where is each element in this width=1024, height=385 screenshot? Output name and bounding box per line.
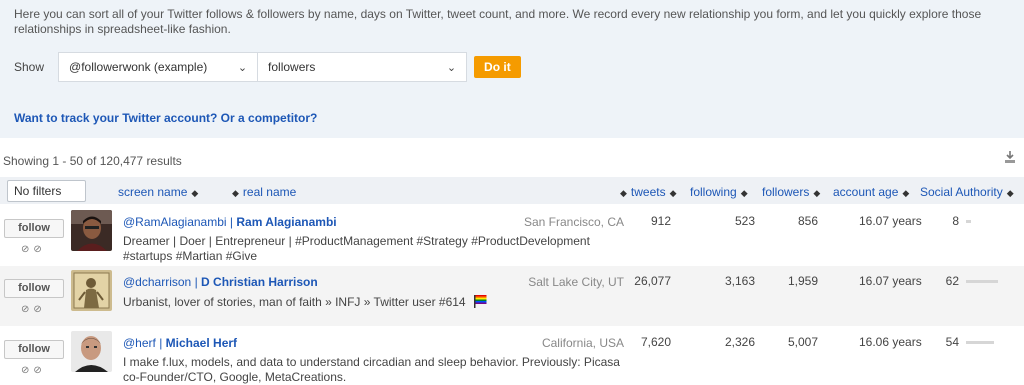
tweets-count: 7,620 <box>640 335 671 349</box>
bio-container: Urbanist, lover of stories, man of faith… <box>123 294 628 312</box>
table-row: follow ⊘⊘ @herf | Michael Herf Californi… <box>0 327 1024 385</box>
block-mute-icons[interactable]: ⊘⊘ <box>21 304 46 315</box>
separator: | <box>194 275 198 289</box>
social-authority-bar <box>966 280 998 283</box>
chevron-down-icon: ⌄ <box>237 61 248 74</box>
type-select-value: followers <box>268 60 316 74</box>
social-authority-bar <box>966 220 971 223</box>
bio: I make f.lux, models, and data to unders… <box>123 355 620 384</box>
user-identity: @RamAlagianambi | Ram Alagianambi <box>123 215 337 229</box>
social-authority-bar <box>966 341 994 344</box>
rainbow-flag-icon <box>473 294 487 312</box>
screen-name-link[interactable]: @dcharrison <box>123 275 191 289</box>
relationship-type-select[interactable]: followers ⌄ <box>257 52 468 82</box>
do-it-button[interactable]: Do it <box>474 56 521 78</box>
sort-icon: ◆ <box>620 188 627 198</box>
account-age: 16.07 years <box>859 274 922 288</box>
table-row: follow ⊘⊘ @dcharrison | D Christian Harr… <box>0 266 1024 326</box>
avatar[interactable] <box>71 210 112 251</box>
screen-name-link[interactable]: @RamAlagianambi <box>123 215 227 229</box>
sort-icon: ◆ <box>813 188 821 198</box>
column-followers[interactable]: followers ◆ <box>762 185 820 199</box>
followers-count: 1,959 <box>787 274 818 288</box>
account-age: 16.06 years <box>859 335 922 349</box>
sort-icon: ◆ <box>740 188 748 198</box>
intro-text: Here you can sort all of your Twitter fo… <box>14 7 982 36</box>
account-select[interactable]: @followerwonk (example) ⌄ <box>58 52 259 82</box>
social-authority-score: 8 <box>952 214 959 228</box>
following-count: 3,163 <box>724 274 755 288</box>
sort-icon: ◆ <box>902 188 910 198</box>
account-age: 16.07 years <box>859 214 922 228</box>
separator: | <box>159 336 163 350</box>
download-icon[interactable] <box>1004 150 1016 164</box>
follow-button[interactable]: follow <box>4 279 64 298</box>
column-real-name[interactable]: ◆ real name <box>232 185 296 199</box>
column-tweets[interactable]: ◆ tweets ◆ <box>620 185 677 199</box>
following-count: 523 <box>734 214 755 228</box>
show-label: Show <box>14 60 45 74</box>
user-identity: @herf | Michael Herf <box>123 336 237 350</box>
table-row: follow ⊘⊘ @RamAlagianambi | Ram Alagiana… <box>0 206 1024 266</box>
bio: Urbanist, lover of stories, man of faith… <box>123 295 466 310</box>
block-mute-icons[interactable]: ⊘⊘ <box>21 365 46 376</box>
screen-name-link[interactable]: @herf <box>123 336 156 350</box>
bio: Dreamer | Doer | Entrepreneur | #Product… <box>123 234 590 263</box>
followers-count: 856 <box>797 214 818 228</box>
block-mute-icons[interactable]: ⊘⊘ <box>21 244 46 255</box>
location: San Francisco, CA <box>523 215 624 229</box>
column-following[interactable]: following ◆ <box>690 185 748 199</box>
track-account-link[interactable]: Want to track your Twitter account? Or a… <box>14 111 317 125</box>
real-name-link[interactable]: D Christian Harrison <box>201 275 318 289</box>
results-summary: Showing 1 - 50 of 120,477 results <box>3 154 182 168</box>
separator: | <box>229 215 234 229</box>
sort-icon: ◆ <box>669 188 677 198</box>
user-identity: @dcharrison | D Christian Harrison <box>123 275 318 289</box>
account-select-value: @followerwonk (example) <box>69 60 208 74</box>
column-screen-name[interactable]: screen name ◆ <box>118 185 198 199</box>
followers-count: 5,007 <box>787 335 818 349</box>
real-name-link[interactable]: Ram Alagianambi <box>236 215 336 229</box>
social-authority-score: 62 <box>945 274 959 288</box>
social-authority-score: 54 <box>945 335 959 349</box>
chevron-down-icon: ⌄ <box>446 61 457 74</box>
column-social-authority[interactable]: Social Authority ◆ <box>920 185 1014 199</box>
location: California, USA <box>541 336 624 350</box>
avatar[interactable] <box>71 270 112 311</box>
filter-button[interactable]: No filters <box>7 180 86 202</box>
avatar[interactable] <box>71 331 112 372</box>
sort-icon: ◆ <box>232 188 239 198</box>
sort-icon: ◆ <box>191 188 199 198</box>
tweets-count: 912 <box>650 214 671 228</box>
follow-button[interactable]: follow <box>4 340 64 359</box>
following-count: 2,326 <box>724 335 755 349</box>
follow-button[interactable]: follow <box>4 219 64 238</box>
intro-panel: Here you can sort all of your Twitter fo… <box>0 0 1024 138</box>
column-account-age[interactable]: account age ◆ <box>833 185 909 199</box>
location: Salt Lake City, UT <box>528 275 624 289</box>
real-name-link[interactable]: Michael Herf <box>166 336 237 350</box>
tweets-count: 26,077 <box>634 274 671 288</box>
sort-icon: ◆ <box>1006 188 1014 198</box>
show-controls: Show @followerwonk (example) ⌄ followers… <box>14 52 521 82</box>
